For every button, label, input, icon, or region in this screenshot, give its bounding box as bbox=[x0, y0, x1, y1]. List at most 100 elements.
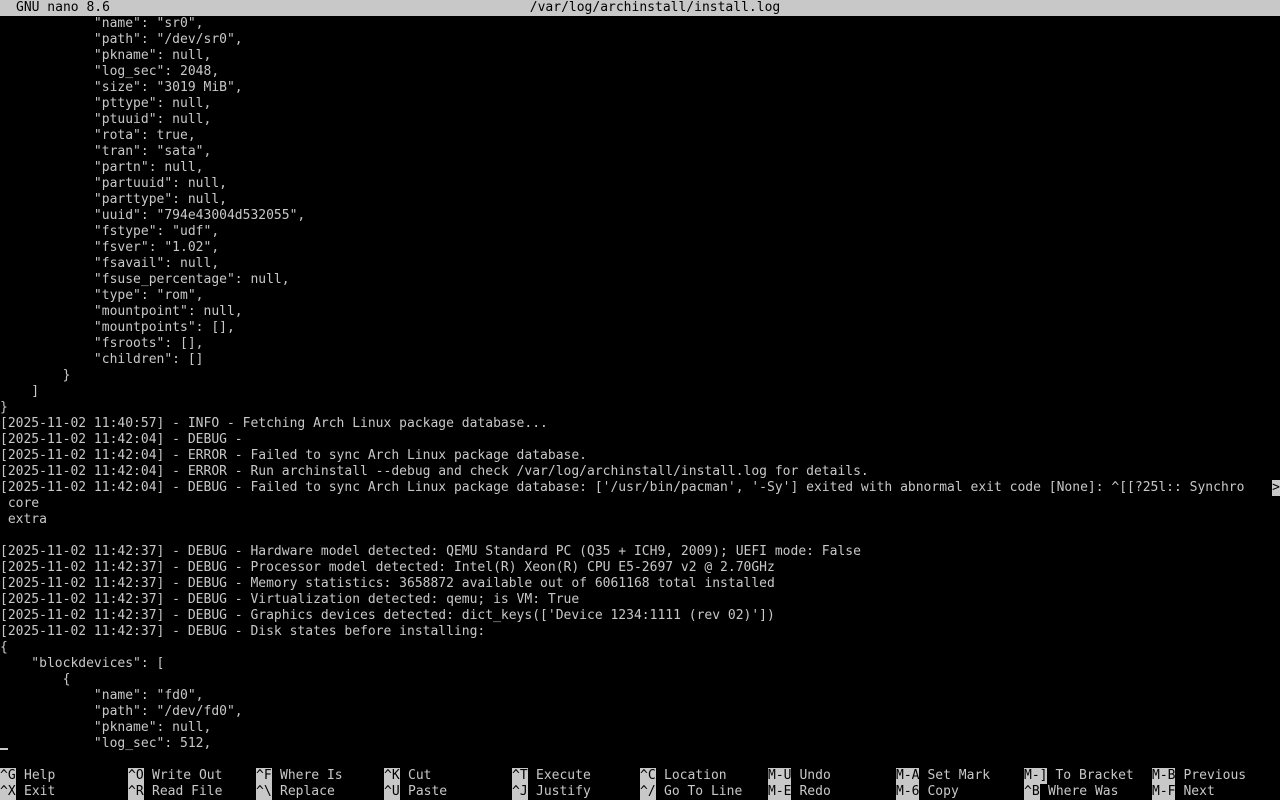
editor-line[interactable]: "name": "sr0", bbox=[0, 16, 1280, 32]
editor-line[interactable]: [2025-11-02 11:40:57] - INFO - Fetching … bbox=[0, 416, 1280, 432]
editor-line-text: "log_sec": 2048, bbox=[0, 64, 220, 79]
shortcut-key: ^U bbox=[384, 784, 400, 800]
shortcut-next[interactable]: M-F Next bbox=[1152, 784, 1215, 800]
editor-line[interactable]: } bbox=[0, 400, 1280, 416]
editor-line[interactable]: "pkname": null, bbox=[0, 720, 1280, 736]
editor-line[interactable]: "ptuuid": null, bbox=[0, 112, 1280, 128]
shortcut-replace[interactable]: ^\ Replace bbox=[256, 784, 335, 800]
editor-line-text: "log_sec": 512, bbox=[0, 736, 212, 751]
editor-line[interactable]: "fsroots": [], bbox=[0, 336, 1280, 352]
shortcut-redo[interactable]: M-E Redo bbox=[768, 784, 831, 800]
editor-line[interactable]: "pkname": null, bbox=[0, 48, 1280, 64]
shortcut-copy[interactable]: M-6 Copy bbox=[896, 784, 959, 800]
editor-line[interactable]: "log_sec": 512, bbox=[0, 736, 1280, 752]
shortcut-justify[interactable]: ^J Justify bbox=[512, 784, 591, 800]
shortcut-key: ^C bbox=[640, 768, 656, 784]
editor-line-text: [2025-11-02 11:42:37] - DEBUG - Virtuali… bbox=[0, 592, 580, 607]
editor-line-text: [2025-11-02 11:42:37] - DEBUG - Disk sta… bbox=[0, 624, 486, 639]
editor-line-text: [2025-11-02 11:42:37] - DEBUG - Hardware… bbox=[0, 544, 861, 559]
shortcut-to-bracket[interactable]: M-] To Bracket bbox=[1024, 768, 1134, 784]
editor-line[interactable]: [2025-11-02 11:42:37] - DEBUG - Processo… bbox=[0, 560, 1280, 576]
editor-line-text: [2025-11-02 11:42:04] - DEBUG - Failed t… bbox=[0, 480, 1245, 495]
editor-line[interactable]: "path": "/dev/fd0", bbox=[0, 704, 1280, 720]
editor-line[interactable]: [2025-11-02 11:42:04] - DEBUG - bbox=[0, 432, 1280, 448]
shortcut-label: Set Mark bbox=[927, 768, 991, 783]
editor-line[interactable]: [2025-11-02 11:42:37] - DEBUG - Memory s… bbox=[0, 576, 1280, 592]
shortcut-previous[interactable]: M-B Previous bbox=[1152, 768, 1246, 784]
shortcut-label: Read File bbox=[152, 784, 223, 799]
editor-line[interactable]: "uuid": "794e43004d532055", bbox=[0, 208, 1280, 224]
editor-line-text: "size": "3019 MiB", bbox=[0, 80, 243, 95]
editor-line[interactable]: ] bbox=[0, 384, 1280, 400]
editor-line[interactable]: "type": "rom", bbox=[0, 288, 1280, 304]
editor-line-text: "fsavail": null, bbox=[0, 256, 220, 271]
editor-line[interactable]: "fstype": "udf", bbox=[0, 224, 1280, 240]
editor-line-text: } bbox=[0, 368, 71, 383]
editor-line[interactable]: "rota": true, bbox=[0, 128, 1280, 144]
editor-line-text: [2025-11-02 11:40:57] - INFO - Fetching … bbox=[0, 416, 548, 431]
shortcut-exit[interactable]: ^X Exit bbox=[0, 784, 55, 800]
shortcut-label: Justify bbox=[536, 784, 591, 799]
shortcut-label: Replace bbox=[280, 784, 335, 799]
shortcut-location[interactable]: ^C Location bbox=[640, 768, 727, 784]
shortcut-write-out[interactable]: ^O Write Out bbox=[128, 768, 222, 784]
shortcut-key: M-F bbox=[1152, 784, 1176, 800]
editor-line[interactable]: "size": "3019 MiB", bbox=[0, 80, 1280, 96]
editor-line[interactable]: "log_sec": 2048, bbox=[0, 64, 1280, 80]
editor-line[interactable]: "mountpoint": null, bbox=[0, 304, 1280, 320]
shortcut-label: Copy bbox=[927, 784, 959, 799]
editor-line-text: "tran": "sata", bbox=[0, 144, 212, 159]
editor-line[interactable]: "fsavail": null, bbox=[0, 256, 1280, 272]
shortcut-go-to-line[interactable]: ^/ Go To Line bbox=[640, 784, 742, 800]
shortcut-label: Go To Line bbox=[664, 784, 743, 799]
editor-line[interactable]: "mountpoints": [], bbox=[0, 320, 1280, 336]
editor-line[interactable] bbox=[0, 528, 1280, 544]
editor-line[interactable]: "children": [] bbox=[0, 352, 1280, 368]
shortcut-paste[interactable]: ^U Paste bbox=[384, 784, 447, 800]
editor-line-text: "ptuuid": null, bbox=[0, 112, 212, 127]
shortcut-key: ^J bbox=[512, 784, 528, 800]
editor-line[interactable]: "parttype": null, bbox=[0, 192, 1280, 208]
title-bar: GNU nano 8.6 /var/log/archinstall/instal… bbox=[0, 0, 1280, 16]
editor-line[interactable]: { bbox=[0, 672, 1280, 688]
shortcut-label: Undo bbox=[799, 768, 831, 783]
shortcut-key: ^K bbox=[384, 768, 400, 784]
shortcut-where-is[interactable]: ^F Where Is bbox=[256, 768, 343, 784]
editor-line[interactable]: "partuuid": null, bbox=[0, 176, 1280, 192]
shortcut-help[interactable]: ^G Help bbox=[0, 768, 55, 784]
editor-line[interactable]: "tran": "sata", bbox=[0, 144, 1280, 160]
editor-line[interactable]: { bbox=[0, 640, 1280, 656]
shortcut-key: ^O bbox=[128, 768, 144, 784]
shortcut-set-mark[interactable]: M-A Set Mark bbox=[896, 768, 990, 784]
editor-line[interactable]: "name": "fd0", bbox=[0, 688, 1280, 704]
editor-line[interactable]: "fsuse_percentage": null, bbox=[0, 272, 1280, 288]
shortcut-execute[interactable]: ^T Execute bbox=[512, 768, 591, 784]
editor-line[interactable]: "fsver": "1.02", bbox=[0, 240, 1280, 256]
editor-line-text: "parttype": null, bbox=[0, 192, 227, 207]
editor-line[interactable]: [2025-11-02 11:42:04] - ERROR - Failed t… bbox=[0, 448, 1280, 464]
editor-line-text: } bbox=[0, 400, 8, 415]
editor-line[interactable]: extra bbox=[0, 512, 1280, 528]
shortcut-undo[interactable]: M-U Undo bbox=[768, 768, 831, 784]
shortcut-cut[interactable]: ^K Cut bbox=[384, 768, 431, 784]
shortcut-where-was[interactable]: ^B Where Was bbox=[1024, 784, 1118, 800]
editor-buffer[interactable]: "name": "sr0", "path": "/dev/sr0", "pkna… bbox=[0, 16, 1280, 752]
editor-line[interactable]: [2025-11-02 11:42:37] - DEBUG - Disk sta… bbox=[0, 624, 1280, 640]
editor-line-text: "type": "rom", bbox=[0, 288, 204, 303]
editor-line[interactable]: [2025-11-02 11:42:37] - DEBUG - Hardware… bbox=[0, 544, 1280, 560]
editor-line-text: "partn": null, bbox=[0, 160, 204, 175]
editor-line[interactable]: } bbox=[0, 368, 1280, 384]
editor-line-text: "fsuse_percentage": null, bbox=[0, 272, 290, 287]
shortcut-label: Redo bbox=[799, 784, 831, 799]
editor-line-text: "blockdevices": [ bbox=[0, 656, 165, 671]
editor-line[interactable]: "partn": null, bbox=[0, 160, 1280, 176]
editor-line[interactable]: "pttype": null, bbox=[0, 96, 1280, 112]
editor-line[interactable]: "blockdevices": [ bbox=[0, 656, 1280, 672]
editor-line[interactable]: core bbox=[0, 496, 1280, 512]
editor-line[interactable]: [2025-11-02 11:42:37] - DEBUG - Graphics… bbox=[0, 608, 1280, 624]
editor-line[interactable]: [2025-11-02 11:42:37] - DEBUG - Virtuali… bbox=[0, 592, 1280, 608]
editor-line[interactable]: [2025-11-02 11:42:04] - ERROR - Run arch… bbox=[0, 464, 1280, 480]
shortcut-read-file[interactable]: ^R Read File bbox=[128, 784, 222, 800]
editor-line[interactable]: [2025-11-02 11:42:04] - DEBUG - Failed t… bbox=[0, 480, 1280, 496]
editor-line[interactable]: "path": "/dev/sr0", bbox=[0, 32, 1280, 48]
